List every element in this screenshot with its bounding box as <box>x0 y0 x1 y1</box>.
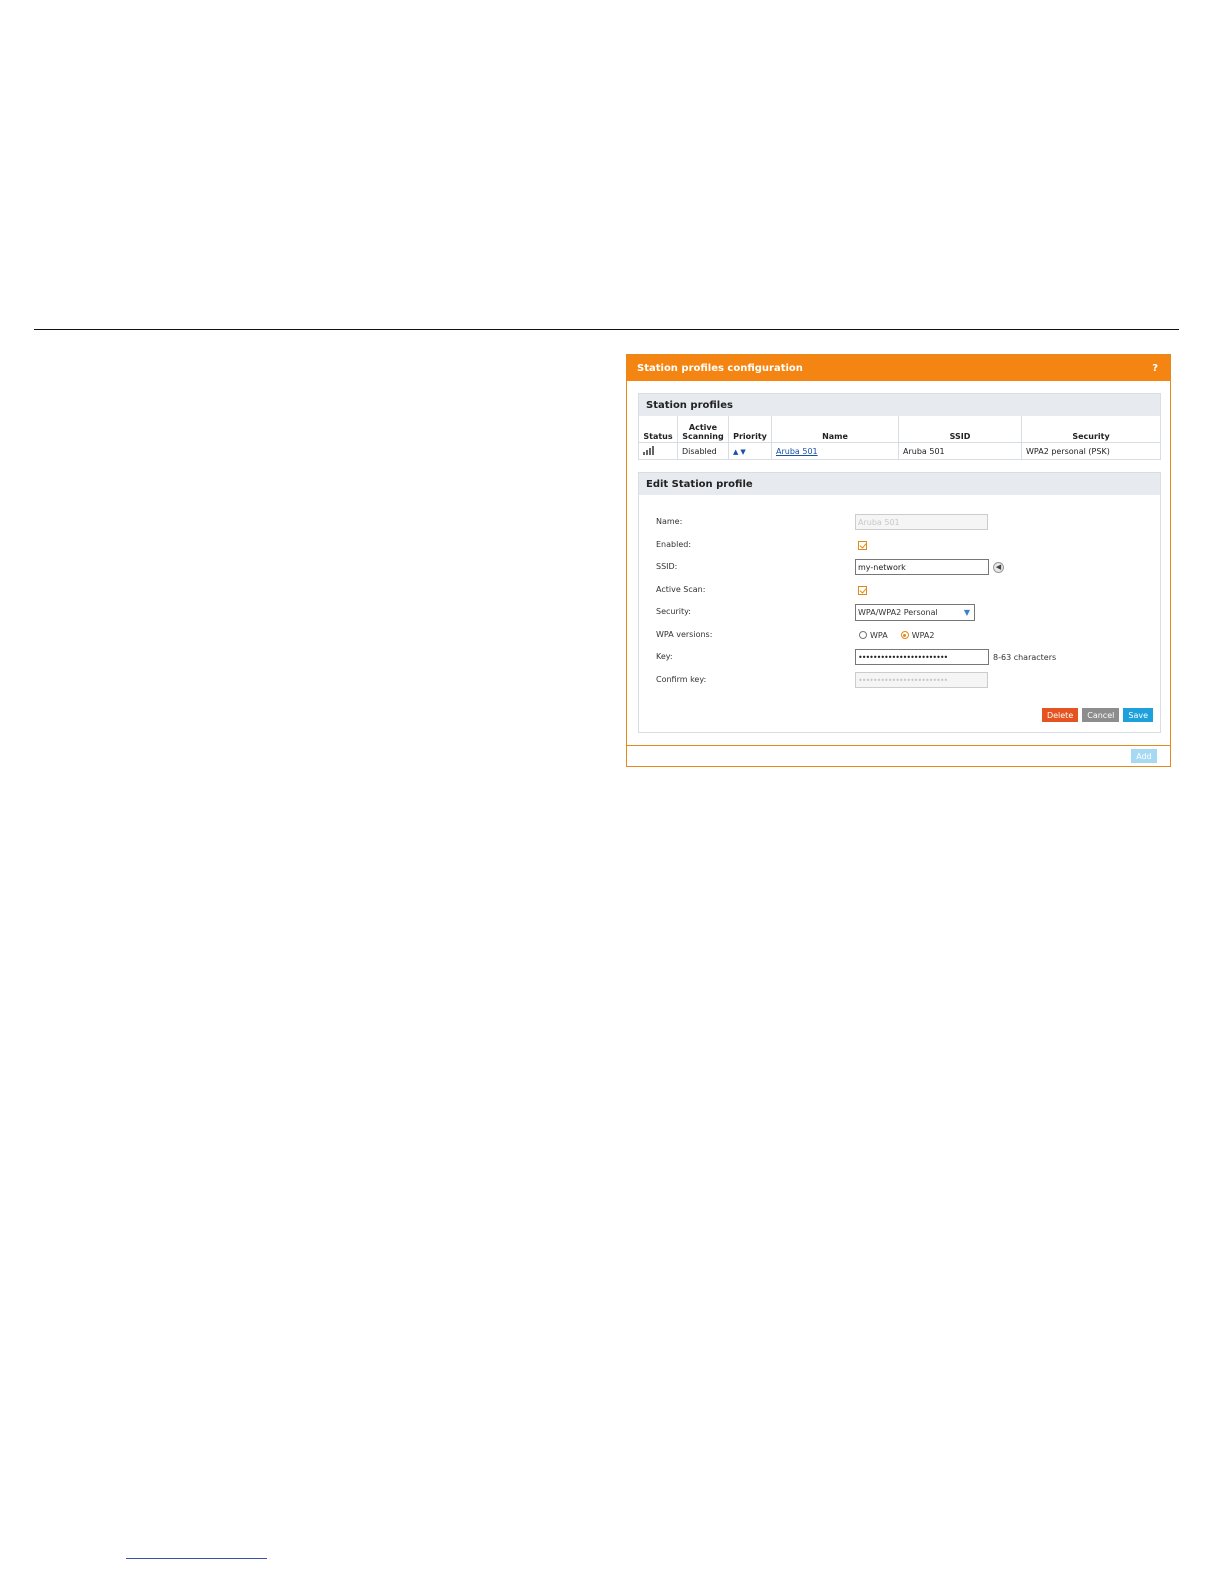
key-input[interactable] <box>855 649 989 665</box>
enabled-checkbox[interactable] <box>858 540 867 550</box>
help-icon[interactable]: ? <box>1152 363 1160 374</box>
confirm-key-label: Confirm key: <box>656 675 707 684</box>
wpa2-radio[interactable] <box>900 631 909 639</box>
priority-down-icon[interactable]: ▼ <box>740 448 747 456</box>
security-select[interactable]: WPA/WPA2 Personal ▼ <box>855 603 975 621</box>
scan-arrow-icon[interactable]: ◀ <box>993 561 1004 573</box>
column-priority: Priority <box>728 416 772 443</box>
panel-header: Station profiles configuration ? <box>627 355 1170 381</box>
active-scan-checkbox[interactable] <box>858 585 867 595</box>
ssid-row: SSID: ◀ <box>656 558 1156 576</box>
name-cell: Aruba 501 <box>771 442 899 459</box>
table-header-row: Status Active Scanning Priority Name SSI… <box>639 416 1160 443</box>
add-button[interactable]: Add <box>1131 749 1157 763</box>
enabled-label: Enabled: <box>656 540 692 549</box>
signal-strength-icon <box>643 445 654 455</box>
profile-name-link[interactable]: Aruba 501 <box>776 447 818 456</box>
panel-footer: Add <box>627 745 1170 767</box>
ssid-input[interactable] <box>855 559 989 575</box>
edit-station-profile-section: Edit Station profile Name: Enabled: SSID… <box>638 472 1161 733</box>
edit-station-profile-title: Edit Station profile <box>639 473 1160 495</box>
active-scanning-cell: Disabled <box>677 442 729 459</box>
ssid-label: SSID: <box>656 562 678 571</box>
footnote-link-underline <box>126 1558 267 1559</box>
save-button[interactable]: Save <box>1123 708 1153 722</box>
security-select-value: WPA/WPA2 Personal <box>858 607 938 617</box>
security-cell: WPA2 personal (PSK) <box>1026 446 1110 456</box>
active-scan-label: Active Scan: <box>656 585 706 594</box>
active-scan-row: Active Scan: <box>656 581 1156 599</box>
page-divider-line <box>34 329 1179 330</box>
ssid-cell: Aruba 501 <box>898 442 1022 459</box>
confirm-key-input <box>855 672 988 688</box>
column-active-scanning: Active Scanning <box>677 416 729 443</box>
key-hint: 8-63 characters <box>993 652 1057 662</box>
panel-title: Station profiles configuration <box>637 362 803 374</box>
wpa-radio[interactable] <box>859 631 867 639</box>
name-row: Name: <box>656 513 1156 531</box>
name-input <box>855 514 988 530</box>
column-ssid: SSID <box>898 416 1022 443</box>
security-label: Security: <box>656 607 691 616</box>
security-row: Security: WPA/WPA2 Personal ▼ <box>656 603 1156 621</box>
wpa-radio-label: WPA <box>870 630 888 640</box>
key-row: Key: 8-63 characters <box>656 648 1156 666</box>
table-row: Disabled ▲▼ Aruba 501 Aruba 501 WPA2 per… <box>639 442 1160 459</box>
name-label: Name: <box>656 517 683 526</box>
station-profiles-table: Status Active Scanning Priority Name SSI… <box>639 416 1160 459</box>
wpa-versions-row: WPA versions: WPA WPA2 <box>656 626 1156 644</box>
delete-button[interactable]: Delete <box>1041 708 1079 722</box>
column-active-scanning-line2: Scanning <box>682 432 724 441</box>
status-cell <box>639 442 678 459</box>
station-profiles-section: Station profiles Status Active Scanning … <box>638 393 1161 460</box>
wpa2-radio-label: WPA2 <box>911 630 935 640</box>
column-name: Name <box>771 416 899 443</box>
chevron-down-icon: ▼ <box>963 607 970 617</box>
column-active-scanning-line1: Active <box>688 423 718 432</box>
confirm-key-row: Confirm key: <box>656 671 1156 689</box>
enabled-row: Enabled: <box>656 536 1156 554</box>
column-status: Status <box>639 416 678 443</box>
wpa-versions-label: WPA versions: <box>656 630 713 639</box>
edit-actions: Delete Cancel Save <box>1041 708 1153 722</box>
cancel-button[interactable]: Cancel <box>1082 708 1120 722</box>
column-security: Security <box>1021 416 1160 443</box>
station-profiles-panel: Station profiles configuration ? Station… <box>626 354 1171 767</box>
station-profiles-title: Station profiles <box>639 394 1160 416</box>
priority-cell: ▲▼ <box>728 442 772 459</box>
key-label: Key: <box>656 652 673 661</box>
